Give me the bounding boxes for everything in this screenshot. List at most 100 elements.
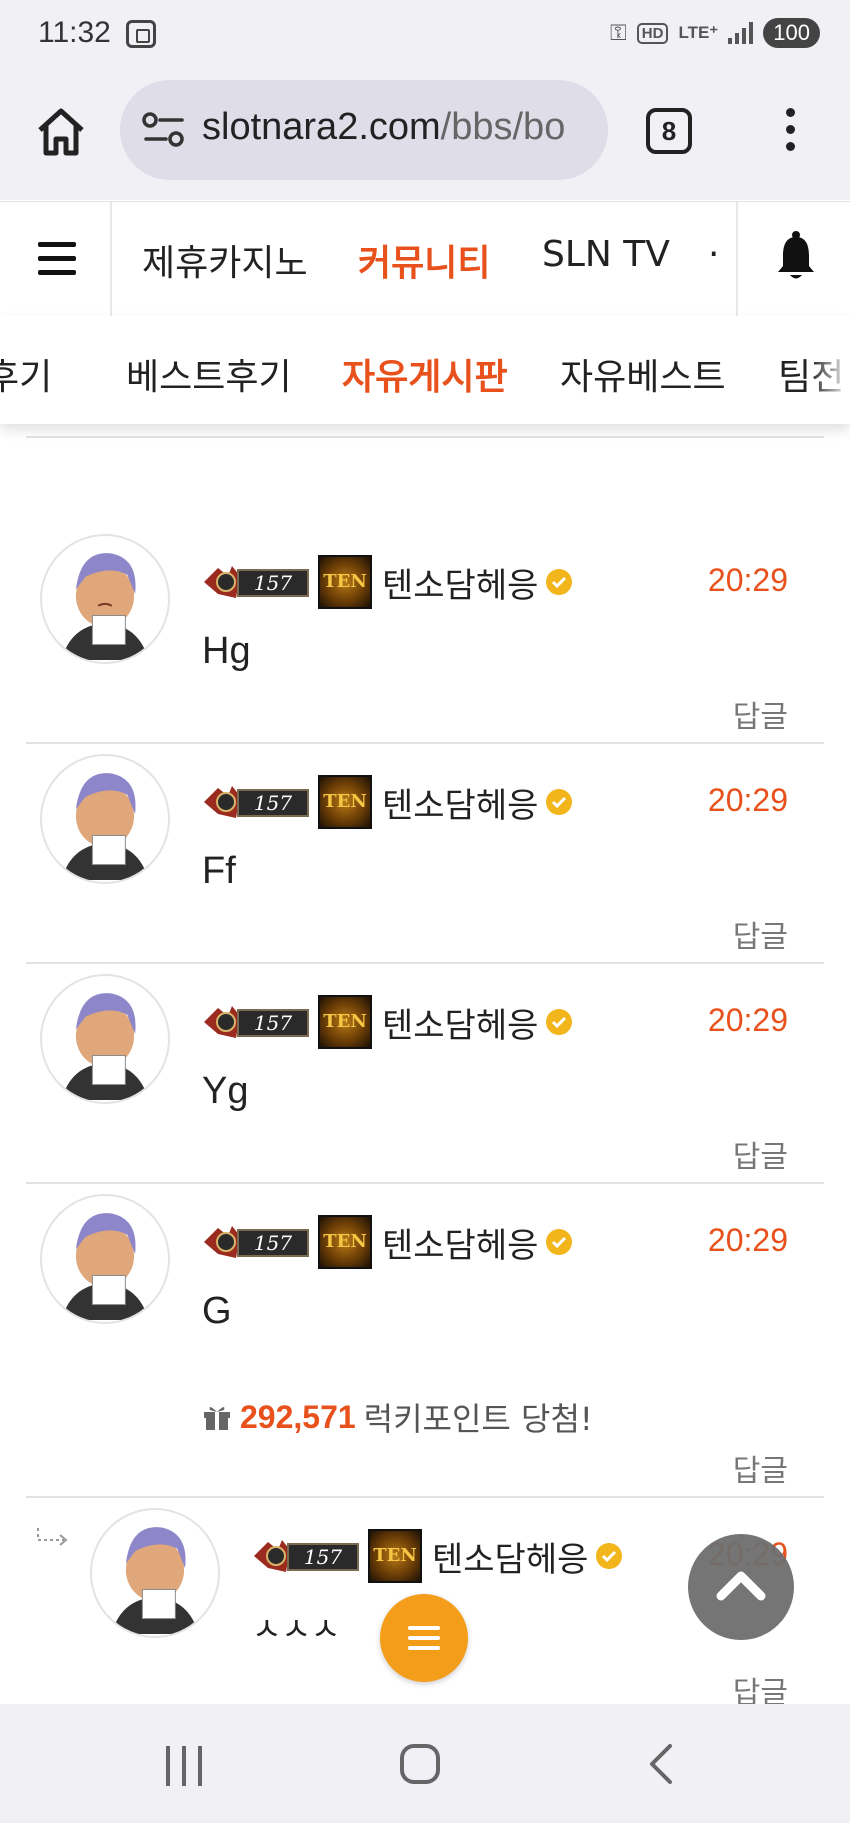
comment-meta: 157 TEN 텐소담헤응 <box>202 554 574 610</box>
nickname[interactable]: 텐소담헤응 <box>382 998 538 1047</box>
browser-toolbar: slotnara2.com/bbs/bo 8 <box>0 72 850 200</box>
reply-link[interactable]: 답글 <box>733 1132 788 1176</box>
overflow-menu-icon[interactable] <box>780 108 800 168</box>
comment-item: 157 TEN 텐소담헤응 20:29 Yg 답글 <box>26 962 824 1184</box>
sub-nav-item-free-best[interactable]: 자유베스트 <box>560 348 726 400</box>
notification-button[interactable] <box>736 202 850 316</box>
comment-meta: 157 TEN 텐소담헤응 <box>202 1214 574 1270</box>
ten-badge: TEN <box>318 555 372 609</box>
url-domain: slotnara2.com <box>202 106 441 148</box>
reply-link[interactable]: 답글 <box>733 1668 788 1704</box>
level-badge: 157 <box>254 1540 359 1572</box>
system-home-button[interactable] <box>400 1744 440 1784</box>
status-time: 11:32 <box>38 16 111 49</box>
level-number: 157 <box>254 1011 292 1035</box>
comment-text: Ff <box>202 850 236 892</box>
level-number: 157 <box>254 571 292 595</box>
comment-meta: 157 TEN 텐소담헤응 <box>202 774 574 830</box>
comment-text: ㅅㅅㅅ <box>252 1611 341 1647</box>
floating-menu-button[interactable] <box>380 1594 468 1682</box>
system-nav-bar <box>0 1704 850 1823</box>
reply-link[interactable]: 답글 <box>733 692 788 736</box>
url-text[interactable]: slotnara2.com/bbs/bo <box>202 106 565 149</box>
hamburger-menu-icon[interactable] <box>0 202 112 316</box>
scroll-to-top-button[interactable] <box>688 1534 794 1640</box>
level-badge: 157 <box>204 566 309 598</box>
verified-icon <box>546 1009 573 1035</box>
level-number: 157 <box>254 1231 292 1255</box>
ten-badge: TEN <box>318 995 372 1049</box>
nickname[interactable]: 텐소담헤응 <box>382 558 538 607</box>
reply-link[interactable]: 답글 <box>733 912 788 956</box>
nav-item-community[interactable]: 커뮤니티 <box>358 234 490 286</box>
sub-nav-item-free-board[interactable]: 자유게시판 <box>342 348 508 400</box>
tab-switcher-button[interactable]: 8 <box>646 108 692 154</box>
url-path: /bbs/bo <box>440 106 566 148</box>
comment-item: 157 TEN 텐소담헤응 20:29 Hg 답글 <box>26 522 824 744</box>
lte-icon: LTE⁺ <box>678 23 719 42</box>
status-icons: ⚿ HD LTE⁺ 100 <box>610 18 820 48</box>
nav-item-sln-tv[interactable]: SLN TV <box>542 234 670 275</box>
comment-meta: 157 TEN 텐소담헤응 <box>252 1528 624 1584</box>
gift-icon <box>204 1406 230 1430</box>
comment-time: 20:29 <box>707 1002 788 1038</box>
comment-item: 157 TEN 텐소담헤응 20:29 G 292,571 럭키포인트 당첨! … <box>26 1182 824 1498</box>
nav-item-partner-casino[interactable]: 제휴카지노 <box>142 234 308 286</box>
verified-icon <box>546 789 573 815</box>
avatar[interactable] <box>40 754 170 884</box>
avatar[interactable] <box>40 1194 170 1324</box>
address-bar[interactable]: slotnara2.com/bbs/bo <box>120 80 608 180</box>
screen-record-icon <box>126 20 156 48</box>
site-main-nav: 제휴카지노 커뮤니티 SLN TV · <box>0 201 850 318</box>
verified-icon <box>546 569 573 595</box>
nickname[interactable]: 텐소담헤응 <box>432 1532 588 1581</box>
main-nav-items: 제휴카지노 커뮤니티 SLN TV · <box>110 202 736 316</box>
verified-icon <box>596 1543 623 1569</box>
comment-time: 20:29 <box>707 782 788 818</box>
comment-text: G <box>202 1290 232 1332</box>
sub-nav-fade <box>810 316 850 424</box>
verified-icon <box>546 1229 573 1255</box>
vpn-key-icon: ⚿ <box>610 20 627 46</box>
comment-list: Hh 답글 157 TEN 텐소담헤응 <box>0 316 850 1704</box>
nav-item-more[interactable]: · <box>708 234 719 275</box>
ten-badge: TEN <box>318 1215 372 1269</box>
site-settings-icon[interactable] <box>142 110 186 150</box>
lucky-points: 292,571 <box>240 1398 356 1435</box>
hd-voice-icon: HD <box>636 22 669 44</box>
signal-icon <box>728 22 754 44</box>
comment-text: Yg <box>202 1070 249 1112</box>
back-button[interactable] <box>646 1742 676 1786</box>
comment-time: 20:29 <box>707 562 788 598</box>
avatar[interactable] <box>40 534 170 664</box>
reply-link[interactable]: 답글 <box>733 1446 788 1490</box>
comment-meta: 157 TEN 텐소담헤응 <box>202 994 574 1050</box>
level-badge: 157 <box>204 1006 309 1038</box>
level-badge: 157 <box>204 786 309 818</box>
bell-icon <box>778 231 814 279</box>
comment-time: 20:29 <box>707 1222 788 1258</box>
nickname[interactable]: 텐소담헤응 <box>382 1218 538 1267</box>
level-number: 157 <box>304 1545 342 1569</box>
status-bar: 11:32 ⚿ HD LTE⁺ 100 <box>0 0 850 72</box>
nickname[interactable]: 텐소담헤응 <box>382 778 538 827</box>
comment-text: Hg <box>202 630 251 672</box>
comment-item: 157 TEN 텐소담헤응 20:29 Ff 답글 <box>26 742 824 964</box>
lucky-point-notice: 292,571 럭키포인트 당첨! <box>202 1394 593 1440</box>
battery-indicator: 100 <box>763 18 820 48</box>
level-badge: 157 <box>204 1226 309 1258</box>
lucky-points-label: 럭키포인트 당첨! <box>363 1400 593 1438</box>
recent-apps-button[interactable] <box>166 1746 206 1786</box>
level-number: 157 <box>254 791 292 815</box>
sub-nav-item-best-review[interactable]: 베스트후기 <box>126 348 292 400</box>
ten-badge: TEN <box>318 775 372 829</box>
home-icon[interactable] <box>36 106 86 158</box>
avatar[interactable] <box>40 974 170 1104</box>
chevron-up-icon <box>716 1571 766 1601</box>
ten-badge: TEN <box>368 1529 422 1583</box>
reply-arrow-icon <box>37 1528 68 1546</box>
url-fade <box>568 80 608 180</box>
board-sub-nav: 후기 베스트후기 자유게시판 자유베스트 팀전 <box>0 316 850 424</box>
avatar[interactable] <box>90 1508 220 1638</box>
sub-nav-item-review[interactable]: 후기 <box>0 348 52 400</box>
